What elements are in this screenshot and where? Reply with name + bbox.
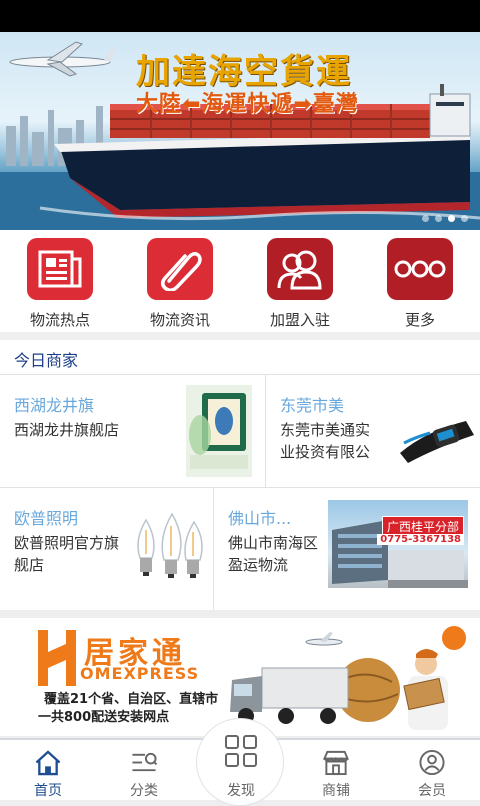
paperclip-icon [147,238,213,300]
today-merchants-section: 今日商家 西湖龙井旗 西湖龙井旗舰店 东莞市美 东莞市美通实业投资有限公 欧普照… [0,340,480,610]
more-dots-icon [387,238,453,300]
grid-icon [225,735,257,767]
tab-member[interactable]: 会员 [384,740,480,800]
merchant-card[interactable]: 欧普照明 欧普照明官方旗舰店 [0,488,213,610]
quick-link-label: 更多 [404,311,435,329]
merchant-name: 西湖龙井旗 [14,396,95,415]
merchant-name: 欧普照明 [14,509,79,528]
warehouse-image: 广西桂平分部 0775-3367138 [328,500,468,588]
tab-category[interactable]: 分类 [96,740,192,800]
led-bulbs-image [137,512,203,578]
tab-shop[interactable]: 商铺 [288,740,384,800]
quick-link-more[interactable]: 更多 [360,230,480,332]
banner-carousel[interactable]: 加達海空貨運 大陸⬅海運快遞➡臺灣 [0,32,480,230]
tab-home[interactable]: 首页 [0,740,96,800]
category-icon [132,752,158,772]
merchant-name: 东莞市美 [280,396,345,415]
merchant-card[interactable]: 西湖龙井旗 西湖龙井旗舰店 [0,375,265,487]
tea-product-image [186,385,252,477]
carousel-indicator [422,215,468,222]
users-icon [267,238,333,300]
carousel-dot-active[interactable] [448,215,455,222]
quick-link-logistics-hot[interactable]: 物流热点 [0,230,120,332]
ad-network-text: 一共800配送安装网点 [38,710,170,725]
quick-link-label: 加盟入驻 [269,311,330,329]
quick-link-join[interactable]: 加盟入驻 [240,230,360,332]
section-title: 今日商家 [14,351,79,370]
tab-label: 首页 [34,783,62,799]
smart-band-image [400,421,474,463]
tab-label: 商铺 [322,783,350,799]
tab-label: 会员 [418,783,446,799]
tab-label: 发现 [227,783,255,799]
merchant-desc: 东莞市美通实业投资有限公 [280,421,371,461]
carousel-dot[interactable] [422,215,429,222]
quick-links: 物流热点 物流资讯 加盟入驻 更多 [0,230,480,332]
airplane-graphic [9,41,116,77]
ad-coverage-text: 覆盖21个省、自治区、直辖市 [44,692,219,707]
merchant-desc: 欧普照明官方旗舰店 [14,534,120,574]
ad-delivery-illustration [230,626,466,730]
newspaper-icon [27,238,93,300]
home-icon [35,750,61,776]
merchant-desc: 西湖龙井旗舰店 [14,421,120,439]
shop-icon [322,750,350,776]
carousel-dot[interactable] [461,215,468,222]
quick-link-label: 物流资讯 [149,311,210,329]
merchant-desc: 佛山市南海区盈运物流 [228,534,319,574]
quick-link-label: 物流热点 [29,311,90,329]
carousel-dot[interactable] [435,215,442,222]
tab-discover[interactable]: 发现 [196,718,284,806]
merchant-card[interactable]: 东莞市美 东莞市美通实业投资有限公 [266,375,480,487]
banner-subtitle: 大陸⬅海運快遞➡臺灣 [136,92,359,117]
user-icon [419,749,445,776]
merchant-card[interactable]: 佛山市... 佛山市南海区盈运物流 广西桂平分部 0775-3367138 [214,488,480,610]
ad-brand-english: OMEXPRESS [80,664,200,683]
quick-link-logistics-news[interactable]: 物流资讯 [120,230,240,332]
branch-badge-phone: 0775-3367138 [377,534,464,545]
tab-label: 分类 [130,783,158,799]
brand-logo-h [38,630,76,686]
merchant-name: 佛山市... [228,509,292,528]
status-bar [0,0,480,32]
